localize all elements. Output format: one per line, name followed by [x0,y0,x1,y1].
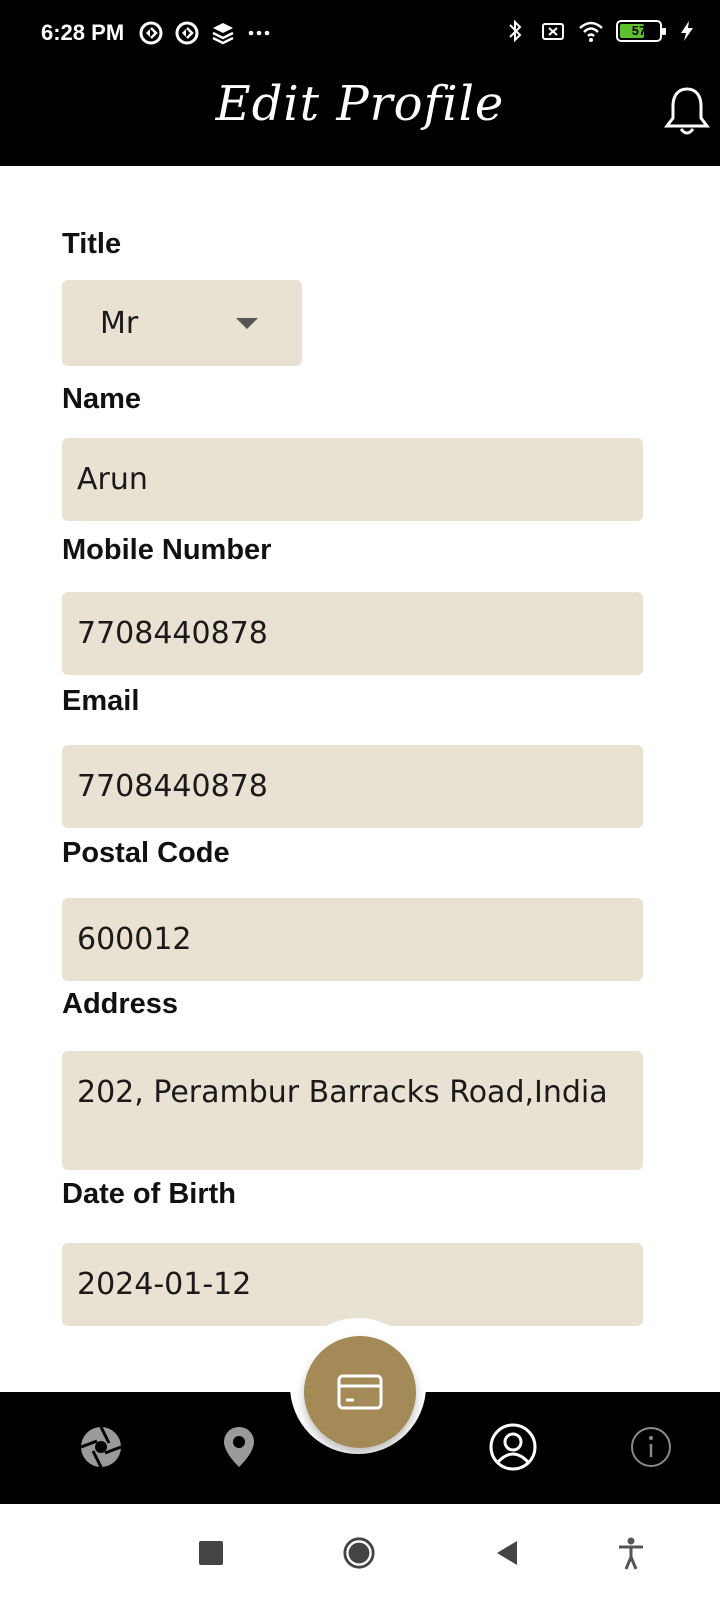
title-select[interactable]: Mr [62,280,302,366]
nav-item-location[interactable] [214,1422,264,1472]
bluetooth-icon [509,19,522,43]
page-title: Edit Profile [215,76,505,132]
location-pin-icon [224,1427,254,1467]
battery-tip [662,28,666,35]
battery-level: 57 [631,23,647,38]
status-bar: 6:28 PM 57 [0,0,720,68]
app-header: Edit Profile [0,68,720,166]
nav-item-info[interactable] [626,1422,676,1472]
email-field[interactable]: 7708440878 [62,745,643,828]
back-button[interactable] [490,1536,524,1570]
card-button[interactable] [304,1336,416,1448]
postal-code-label: Postal Code [62,837,230,869]
nav-item-profile[interactable] [488,1422,538,1472]
back-triangle-icon [497,1541,517,1565]
postal-code-field[interactable]: 600012 [62,898,643,981]
mobile-number-label: Mobile Number [62,534,272,566]
title-label: Title [62,228,122,260]
bell-icon[interactable] [662,84,712,138]
status-time: 6:28 PM [41,20,125,45]
nav-item-gallery[interactable] [76,1422,126,1472]
wifi-icon [579,21,603,42]
more-dots-icon [248,30,270,36]
date-of-birth-field[interactable]: 2024-01-12 [62,1243,643,1326]
no-sim-icon [542,23,564,40]
info-icon [631,1427,671,1467]
home-button[interactable] [342,1536,376,1570]
address-field[interactable]: 202, Perambur Barracks Road,India [62,1051,643,1170]
card-icon [337,1374,383,1410]
battery-icon: 57 [616,20,666,42]
sync-icon [175,21,199,45]
email-label: Email [62,685,140,717]
layers-icon [212,23,234,45]
sync-icon [139,21,163,45]
address-label: Address [62,988,179,1020]
charging-icon [681,21,693,41]
date-of-birth-label: Date of Birth [62,1178,236,1210]
accessibility-button[interactable] [614,1536,648,1570]
status-icons-right: 57 [502,18,700,44]
title-select-value: Mr [100,305,139,341]
square-icon [199,1541,223,1565]
mobile-number-field[interactable]: 7708440878 [62,592,643,675]
name-field[interactable]: Arun [62,438,643,521]
accessibility-icon [619,1537,643,1570]
chevron-down-icon [236,318,258,329]
profile-icon [489,1423,537,1471]
circle-icon [343,1537,375,1569]
recents-button[interactable] [194,1536,228,1570]
name-label: Name [62,383,141,415]
aperture-icon [80,1426,122,1468]
status-icons-left [138,20,272,46]
